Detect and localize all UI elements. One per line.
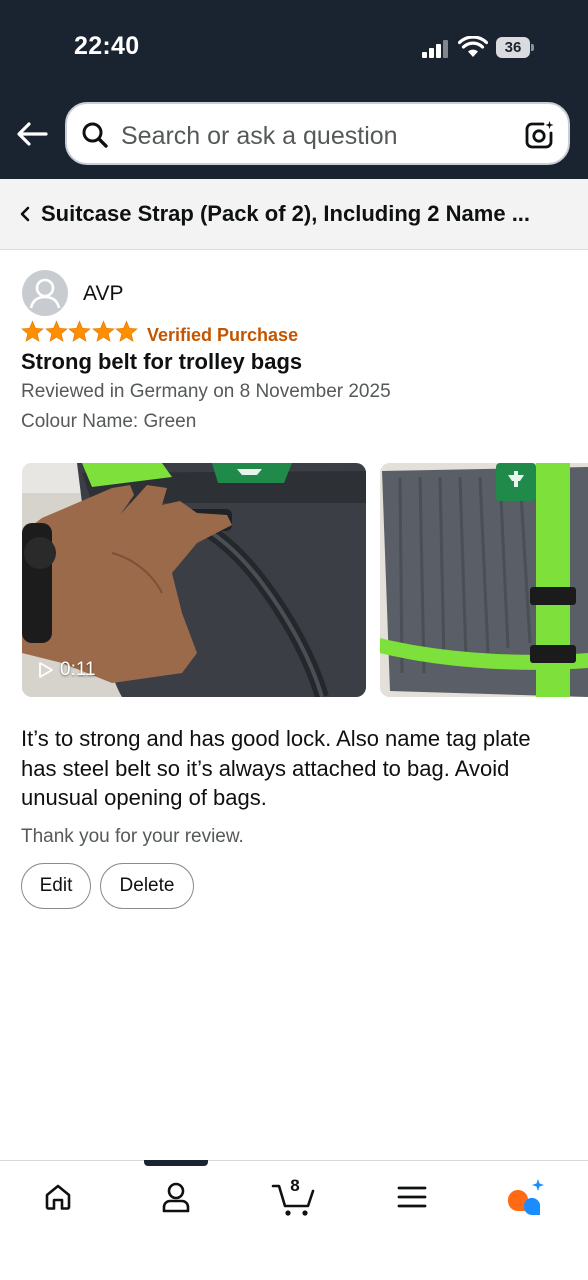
battery-level: 36 [496, 37, 530, 58]
user-silhouette-icon [29, 278, 61, 309]
review-video-thumbnail[interactable]: 0:11 [22, 463, 366, 697]
review-title: Strong belt for trolley bags [21, 349, 303, 374]
nav-menu[interactable] [389, 1174, 435, 1220]
home-icon [45, 1184, 71, 1210]
product-breadcrumb[interactable]: Suitcase Strap (Pack of 2), Including 2 … [0, 179, 588, 250]
nav-cart[interactable]: 8 [268, 1174, 318, 1220]
search-input[interactable]: Search or ask a question [121, 122, 398, 151]
menu-icon [397, 1186, 427, 1208]
suitcase-photo-image [380, 463, 588, 697]
avatar [22, 270, 68, 316]
search-icon [82, 122, 108, 148]
battery-icon: 36 [496, 37, 536, 58]
back-arrow-icon [17, 122, 48, 146]
cart-count-badge: 8 [290, 1176, 300, 1195]
reviewer-name[interactable]: AVP [83, 282, 123, 306]
app-header: 22:40 36 Search or ask a question [0, 0, 588, 179]
nav-account[interactable] [153, 1174, 199, 1220]
review-variant: Colour Name: Green [21, 411, 197, 432]
rufus-assistant-icon [507, 1179, 544, 1215]
edit-review-button[interactable]: Edit [21, 863, 91, 909]
nav-home[interactable] [35, 1174, 81, 1220]
product-title-link[interactable]: Suitcase Strap (Pack of 2), Including 2 … [41, 201, 530, 227]
star-icon [68, 320, 91, 342]
status-time: 22:40 [74, 32, 140, 60]
star-icon [44, 320, 68, 342]
video-duration-text: 0:11 [60, 659, 96, 680]
video-duration: 0:11 [38, 659, 96, 681]
review-thanks-note: Thank you for your review. [21, 826, 244, 847]
review-photo-thumbnail[interactable] [380, 463, 588, 697]
star-icon [91, 320, 115, 342]
review-body: It’s to strong and has good lock. Also n… [21, 726, 531, 810]
back-button[interactable] [14, 116, 50, 152]
star-rating [21, 320, 139, 346]
verified-purchase-badge: Verified Purchase [147, 325, 299, 345]
wifi-icon [458, 36, 488, 57]
delete-review-button[interactable]: Delete [100, 863, 194, 909]
star-icon [115, 320, 138, 342]
signal-icon [422, 40, 448, 58]
search-bar[interactable]: Search or ask a question [65, 102, 570, 165]
review-date: Reviewed in Germany on 8 November 2025 [21, 381, 391, 402]
nav-active-indicator [144, 1160, 208, 1166]
account-icon [162, 1182, 190, 1213]
nav-rufus[interactable] [502, 1174, 548, 1220]
star-icon [21, 320, 44, 342]
chevron-left-icon [20, 206, 30, 222]
play-icon [39, 662, 53, 678]
camera-lens-icon[interactable] [523, 119, 555, 151]
